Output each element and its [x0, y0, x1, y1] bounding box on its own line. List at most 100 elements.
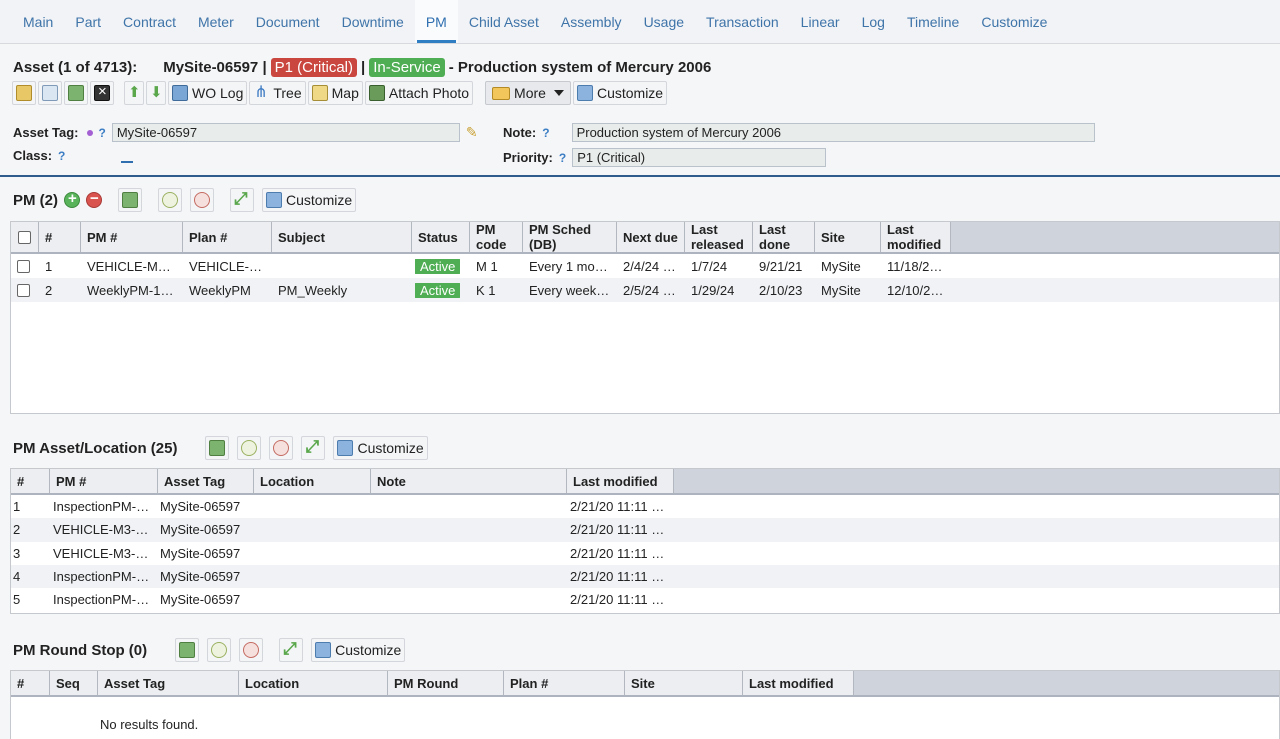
tab-log[interactable]: Log — [851, 0, 896, 43]
pm-round-zoom-out-button[interactable] — [239, 638, 264, 662]
col-header[interactable]: Last modified — [567, 469, 674, 493]
pm-round-expand-button[interactable] — [279, 638, 304, 662]
help-icon[interactable]: ? — [99, 126, 106, 140]
pm-export-button[interactable] — [118, 188, 142, 212]
col-header[interactable]: # — [11, 469, 50, 493]
col-header[interactable]: Asset Tag — [158, 469, 254, 493]
col-header[interactable]: Plan # — [504, 671, 625, 695]
col-header[interactable]: Location — [254, 469, 371, 493]
col-header[interactable]: Note — [371, 469, 567, 493]
col-header[interactable]: Last modified — [881, 222, 951, 252]
col-header[interactable]: # — [39, 222, 81, 252]
cell[interactable]: VEHICLE-M3-9… — [50, 546, 158, 561]
cell: 2/21/20 11:11 … — [570, 499, 665, 515]
help-icon[interactable]: ? — [58, 149, 65, 163]
pm-asset-customize-button[interactable]: Customize — [333, 436, 428, 460]
cell[interactable]: WeeklyPM-16… — [81, 283, 183, 298]
col-header[interactable]: Site — [625, 671, 743, 695]
table-row[interactable]: 2 WeeklyPM-16… WeeklyPM PM_Weekly Active… — [11, 278, 1279, 302]
customize-button[interactable]: Customize — [572, 81, 668, 105]
row-checkbox[interactable] — [11, 259, 39, 273]
previous-record-button[interactable] — [124, 81, 144, 105]
col-header[interactable]: Asset Tag — [98, 671, 239, 695]
table-row[interactable]: 5 InspectionPM-… MySite-06597 2/21/20 11… — [11, 588, 1279, 611]
col-header[interactable]: Site — [815, 222, 881, 252]
col-header[interactable]: Seq — [50, 671, 98, 695]
cell[interactable]: InspectionPM-… — [50, 499, 158, 514]
tab-usage[interactable]: Usage — [633, 0, 695, 43]
col-header[interactable]: PM code — [470, 222, 523, 252]
table-row[interactable]: 1 VEHICLE-M3-… VEHICLE-M3 Active M 1 Eve… — [11, 254, 1279, 278]
col-header[interactable]: Last released — [685, 222, 753, 252]
help-icon[interactable]: ? — [559, 151, 566, 165]
tab-downtime[interactable]: Downtime — [331, 0, 415, 43]
row-checkbox[interactable] — [11, 283, 39, 297]
pm-asset-zoom-in-button[interactable] — [237, 436, 262, 460]
col-header[interactable]: # — [11, 671, 50, 695]
cell[interactable]: VEHICLE-M3-1… — [50, 522, 158, 537]
help-icon[interactable]: ? — [542, 126, 549, 140]
col-header[interactable]: Subject — [272, 222, 412, 252]
tab-timeline[interactable]: Timeline — [896, 0, 970, 43]
tab-document[interactable]: Document — [245, 0, 331, 43]
tab-pm[interactable]: PM — [414, 0, 458, 43]
cell[interactable]: InspectionPM-… — [50, 569, 158, 584]
table-row[interactable]: 3 VEHICLE-M3-9… MySite-06597 2/21/20 11:… — [11, 542, 1279, 565]
wo-log-label: WO Log — [192, 85, 244, 101]
cell[interactable]: InspectionPM-… — [50, 592, 158, 607]
col-header[interactable]: PM # — [50, 469, 158, 493]
col-header[interactable]: PM Round — [388, 671, 504, 695]
tab-assembly[interactable]: Assembly — [550, 0, 633, 43]
col-header[interactable]: PM # — [81, 222, 183, 252]
export-button[interactable] — [64, 81, 88, 105]
next-record-button[interactable] — [146, 81, 166, 105]
tab-part[interactable]: Part — [64, 0, 112, 43]
cell: 4 — [13, 569, 21, 585]
table-row[interactable]: 4 InspectionPM-… MySite-06597 2/21/20 11… — [11, 564, 1279, 589]
col-header[interactable]: Status — [412, 222, 470, 252]
note-input[interactable] — [571, 123, 1095, 142]
col-header[interactable]: Last modified — [743, 671, 854, 695]
col-header[interactable]: Last done — [753, 222, 815, 252]
pm-zoom-in-button[interactable] — [158, 188, 182, 212]
pm-asset-expand-button[interactable] — [301, 436, 326, 460]
tab-linear[interactable]: Linear — [790, 0, 851, 43]
wo-log-button[interactable]: WO Log — [168, 81, 248, 105]
col-header[interactable]: Next due — [617, 222, 685, 252]
priority-input[interactable] — [572, 148, 827, 167]
delete-button[interactable] — [90, 81, 114, 105]
asset-tag-input[interactable] — [111, 123, 460, 142]
class-link[interactable] — [121, 160, 134, 163]
more-dropdown[interactable]: More — [485, 81, 571, 105]
pm-round-zoom-in-button[interactable] — [207, 638, 232, 662]
map-button[interactable]: Map — [307, 81, 363, 105]
edit-button[interactable] — [12, 81, 36, 105]
select-all-checkbox[interactable] — [11, 222, 39, 252]
copy-button[interactable] — [38, 81, 62, 105]
table-row[interactable]: 2 VEHICLE-M3-1… MySite-06597 2/21/20 11:… — [11, 518, 1279, 542]
tab-contract[interactable]: Contract — [112, 0, 187, 43]
attach-photo-button[interactable]: Attach Photo — [364, 81, 474, 105]
col-header[interactable]: PM Sched (DB) — [523, 222, 617, 252]
tab-child-asset[interactable]: Child Asset — [458, 0, 550, 43]
tree-button[interactable]: Tree — [249, 81, 306, 105]
pm-asset-zoom-out-button[interactable] — [269, 436, 294, 460]
remove-icon[interactable] — [86, 190, 102, 208]
tab-meter[interactable]: Meter — [187, 0, 245, 43]
pm-asset-export-button[interactable] — [205, 436, 230, 460]
table-row[interactable]: 1 InspectionPM-… MySite-06597 2/21/20 11… — [11, 495, 1279, 518]
col-header[interactable]: Location — [239, 671, 388, 695]
add-icon[interactable] — [64, 190, 80, 208]
tab-customize[interactable]: Customize — [970, 0, 1058, 43]
map-label: Map — [331, 85, 359, 101]
col-header[interactable]: Plan # — [183, 222, 272, 252]
pm-round-customize-button[interactable]: Customize — [311, 638, 406, 662]
tab-main[interactable]: Main — [12, 0, 64, 43]
pencil-icon[interactable]: ✎ — [466, 124, 478, 141]
pm-round-export-button[interactable] — [175, 638, 200, 662]
tab-transaction[interactable]: Transaction — [695, 0, 790, 43]
pm-customize-button[interactable]: Customize — [262, 188, 357, 212]
pm-expand-button[interactable] — [230, 188, 254, 212]
cell[interactable]: VEHICLE-M3-… — [81, 259, 183, 274]
pm-zoom-out-button[interactable] — [190, 188, 214, 212]
